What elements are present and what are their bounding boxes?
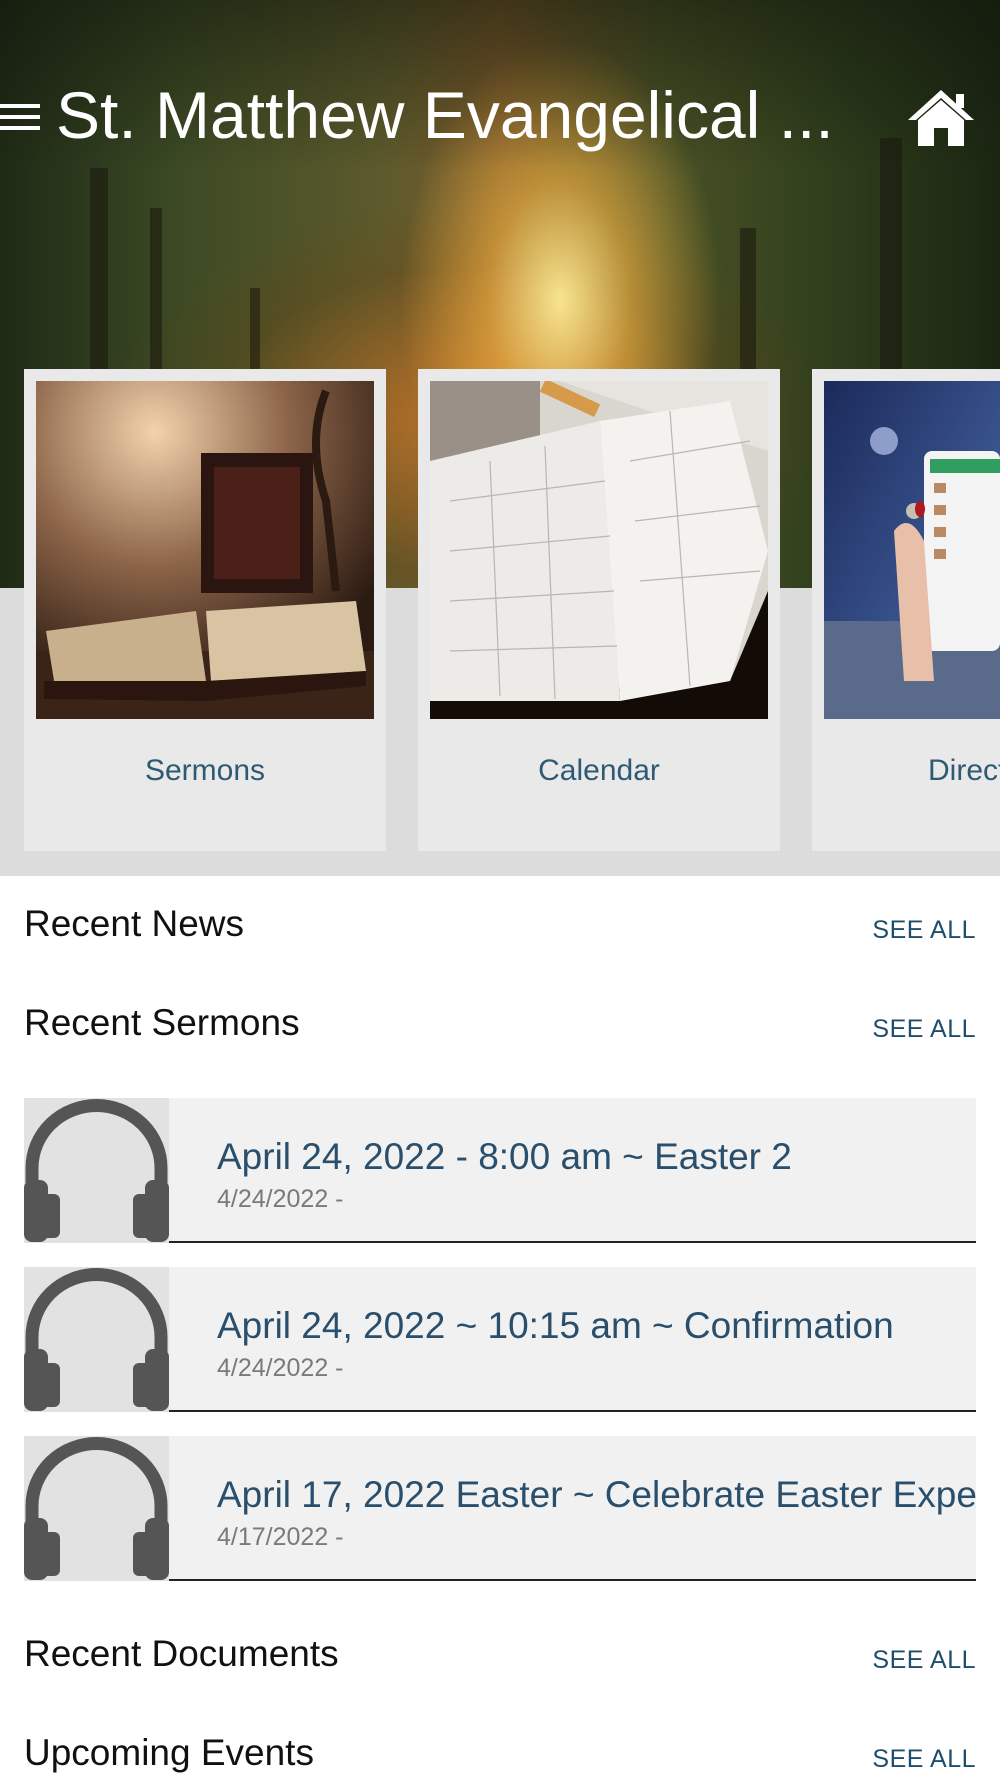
headphones-icon [24,1267,169,1412]
sermon-list-item[interactable]: April 17, 2022 Easter ~ Celebrate Easter… [24,1436,976,1581]
section-title: Upcoming Events [24,1732,314,1773]
headphones-icon [24,1436,169,1581]
sermon-date: 4/17/2022 - [217,1523,344,1551]
tile-directory[interactable]: Direct [812,369,1000,851]
tile-sermons[interactable]: Sermons [24,369,386,851]
sermon-title: April 24, 2022 ~ 10:15 am ~ Confirmation [217,1305,894,1346]
see-all-documents-link[interactable]: SEE ALL [872,1638,976,1682]
page-title: St. Matthew Evangelical ... [56,78,834,152]
see-all-news-link[interactable]: SEE ALL [872,908,976,952]
open-planner-photo [430,381,768,719]
section-title: Recent News [24,903,245,944]
sermon-date: 4/24/2022 - [217,1354,344,1382]
divider [169,1579,976,1581]
section-title: Recent Sermons [24,1002,300,1043]
recent-documents-header: Recent Documents SEE ALL [24,1628,976,1688]
divider [169,1410,976,1412]
see-all-events-link[interactable]: SEE ALL [872,1737,976,1781]
recent-news-header: Recent News SEE ALL [24,898,976,958]
tile-label: Sermons [144,754,266,787]
sermon-date: 4/24/2022 - [217,1185,344,1213]
see-all-sermons-link[interactable]: SEE ALL [872,1007,976,1051]
divider [169,1241,976,1243]
tile-label: Direct [928,754,1000,787]
home-icon[interactable] [906,88,976,148]
recent-sermons-header: Recent Sermons SEE ALL [24,997,976,1057]
section-title: Recent Documents [24,1633,339,1674]
headphones-icon [24,1098,169,1243]
app-bar: St. Matthew Evangelical ... [0,60,1000,170]
upcoming-events-header: Upcoming Events SEE ALL [24,1727,976,1787]
sermon-title: April 17, 2022 Easter ~ Celebrate Easter… [217,1474,976,1515]
tile-label: Calendar [538,754,660,787]
hamburger-menu-icon[interactable] [0,100,40,134]
open-bible-photo [36,381,374,719]
sermon-title: April 24, 2022 - 8:00 am ~ Easter 2 [217,1136,792,1177]
sermon-list-item[interactable]: April 24, 2022 - 8:00 am ~ Easter 2 4/24… [24,1098,976,1243]
sermon-list-item[interactable]: April 24, 2022 ~ 10:15 am ~ Confirmation… [24,1267,976,1412]
tile-calendar[interactable]: Calendar [418,369,780,851]
tablet-directory-photo [824,381,1000,719]
